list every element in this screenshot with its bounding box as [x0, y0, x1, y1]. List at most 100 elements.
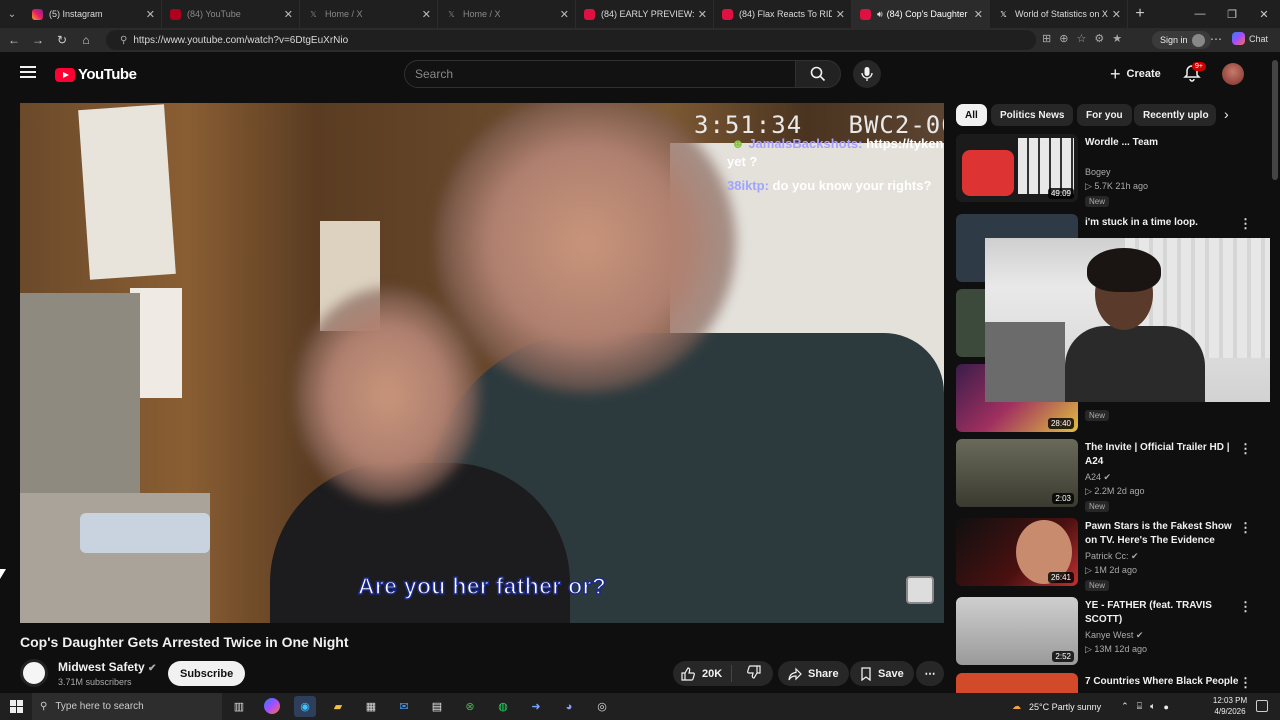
- close-window-icon[interactable]: ✕: [1248, 0, 1280, 28]
- streamer-webcam-overlay: [985, 238, 1280, 402]
- spotify-icon[interactable]: ◍: [492, 696, 514, 717]
- app-install-icon[interactable]: ⊞: [1042, 32, 1051, 45]
- more-vertical-icon[interactable]: ⋮: [1239, 675, 1252, 691]
- address-bar[interactable]: ⚲ https://www.youtube.com/watch?v=6DtgEu…: [106, 30, 1036, 50]
- favorites-bar-icon[interactable]: ★: [1112, 32, 1122, 45]
- scrollbar-thumb[interactable]: [1272, 60, 1278, 180]
- search-button[interactable]: [795, 60, 841, 88]
- minimize-icon[interactable]: —: [1184, 0, 1216, 28]
- chip-recently-uploaded[interactable]: Recently uplo: [1134, 104, 1216, 126]
- site-info-icon[interactable]: ⚲: [120, 35, 127, 46]
- recommendation-item[interactable]: 49:09 Wordle ... Team Bogey ▷ 5.7K 21h a…: [956, 134, 1268, 207]
- restore-icon[interactable]: ❐: [1216, 0, 1248, 28]
- video-meta: ▷ 13M 12d ago: [1085, 644, 1147, 654]
- xbox-icon[interactable]: ⊗: [459, 696, 481, 717]
- close-tab-icon[interactable]: ✕: [1112, 8, 1121, 21]
- save-button[interactable]: Save: [850, 661, 914, 686]
- browser-tab[interactable]: 𝕏 Home / X ✕: [300, 0, 438, 28]
- browser-sign-in-button[interactable]: Sign in: [1152, 31, 1211, 49]
- more-vertical-icon[interactable]: ⋮: [1239, 216, 1252, 232]
- channel-name[interactable]: Patrick Cc: ✔: [1085, 551, 1139, 562]
- create-button[interactable]: + Create: [1100, 60, 1171, 88]
- verified-icon: ✔: [1131, 551, 1139, 561]
- discord-icon[interactable]: ◕: [558, 696, 580, 717]
- reload-icon[interactable]: ↻: [50, 28, 74, 52]
- like-button[interactable]: 20K: [673, 665, 733, 682]
- chip-all[interactable]: All: [956, 104, 987, 126]
- chevron-right-icon[interactable]: ›: [1224, 106, 1229, 122]
- menu-icon[interactable]: [20, 66, 36, 78]
- browser-tab[interactable]: (84) Flax Reacts To RIDICULO ✕: [714, 0, 852, 28]
- dislike-button[interactable]: [738, 665, 770, 682]
- chip-politics-news[interactable]: Politics News: [991, 104, 1074, 126]
- close-tab-icon[interactable]: ✕: [146, 8, 155, 21]
- browser-tab[interactable]: 𝕏 World of Statistics on X: "Mo ✕: [990, 0, 1128, 28]
- copilot-chat-button[interactable]: Chat: [1232, 32, 1268, 45]
- recommendation-item[interactable]: 26:41 Pawn Stars is the Fakest Show on T…: [956, 518, 1268, 591]
- network-icon[interactable]: ⌸: [1137, 701, 1142, 712]
- notification-center-icon[interactable]: [1256, 700, 1268, 712]
- app-icon[interactable]: ➜: [525, 696, 547, 717]
- browser-tab[interactable]: (5) Instagram ✕: [24, 0, 162, 28]
- tab-search-icon[interactable]: ⌄: [0, 0, 24, 28]
- start-button[interactable]: [0, 700, 32, 713]
- recommendation-item[interactable]: 2:03 The Invite | Official Trailer HD | …: [956, 439, 1268, 512]
- edge-browser-icon[interactable]: ◉: [294, 696, 316, 717]
- youtube-logo[interactable]: YouTube: [55, 66, 137, 83]
- browser-tab[interactable]: (84) EARLY PREVIEW: The M ✕: [576, 0, 714, 28]
- more-vertical-icon[interactable]: ⋮: [1239, 441, 1252, 457]
- new-tab-button[interactable]: +: [1128, 5, 1152, 23]
- close-tab-icon[interactable]: ✕: [422, 8, 431, 21]
- recommendation-item[interactable]: 2:52 YE - FATHER (feat. TRAVIS SCOTT) Ka…: [956, 597, 1268, 667]
- more-actions-button[interactable]: ⋯: [916, 661, 944, 686]
- video-player[interactable]: 3:51:34 BWC2-0628 ☻ JamalsBackshots: htt…: [20, 103, 944, 623]
- forward-icon[interactable]: →: [26, 28, 50, 52]
- favorite-icon[interactable]: ☆: [1076, 32, 1086, 45]
- task-view-icon[interactable]: ▥: [228, 696, 250, 717]
- speaker-icon[interactable]: 🔊︎: [877, 9, 883, 20]
- browser-tab[interactable]: 𝕏 Home / X ✕: [438, 0, 576, 28]
- more-vertical-icon[interactable]: ⋮: [1239, 520, 1252, 536]
- obs-icon[interactable]: ◎: [591, 696, 613, 717]
- subscribe-button[interactable]: Subscribe: [168, 661, 246, 686]
- close-tab-icon[interactable]: ✕: [974, 8, 983, 21]
- voice-search-button[interactable]: [853, 60, 881, 88]
- search-input[interactable]: Search: [404, 60, 796, 88]
- copilot-icon[interactable]: [264, 698, 280, 714]
- browser-tab-active[interactable]: 🔊︎ (84) Cop's Daughter Ge ✕: [852, 0, 990, 28]
- taskbar-clock[interactable]: 12:03 PM 4/9/2026: [1206, 695, 1254, 717]
- close-tab-icon[interactable]: ✕: [698, 8, 707, 21]
- weather-icon[interactable]: ☁: [1012, 701, 1021, 712]
- more-vertical-icon[interactable]: ⋮: [1239, 599, 1252, 615]
- file-explorer-icon[interactable]: ▰: [327, 696, 349, 717]
- close-tab-icon[interactable]: ✕: [836, 8, 845, 21]
- channel-name[interactable]: A24 ✔: [1085, 472, 1111, 483]
- more-menu-icon[interactable]: ⋯: [1210, 32, 1222, 46]
- share-button[interactable]: Share: [778, 661, 849, 686]
- account-avatar[interactable]: [1222, 63, 1244, 85]
- channel-name[interactable]: Midwest Safety ✔: [58, 660, 156, 674]
- recommendation-item[interactable]: 7 Countries Where Black People ⋮: [956, 673, 1268, 693]
- extensions-icon[interactable]: ⚙: [1094, 32, 1104, 45]
- microsoft-store-icon[interactable]: ▦: [360, 696, 382, 717]
- close-tab-icon[interactable]: ✕: [284, 8, 293, 21]
- search-placeholder: Search: [415, 67, 454, 81]
- zoom-icon[interactable]: ⊕: [1059, 32, 1068, 45]
- chip-for-you[interactable]: For you: [1077, 104, 1132, 126]
- browser-tab[interactable]: (84) YouTube ✕: [162, 0, 300, 28]
- home-icon[interactable]: ⌂: [74, 28, 98, 52]
- volume-icon[interactable]: 🔈︎: [1150, 701, 1155, 712]
- back-icon[interactable]: ←: [2, 28, 26, 52]
- weather-text[interactable]: 25°C Partly sunny: [1029, 702, 1101, 712]
- notepad-icon[interactable]: ▤: [426, 696, 448, 717]
- page-scrollbar[interactable]: [1270, 52, 1280, 693]
- channel-name[interactable]: Kanye West ✔: [1085, 630, 1143, 641]
- taskbar-search-input[interactable]: ⚲ Type here to search: [32, 693, 222, 720]
- mail-icon[interactable]: ✉: [393, 696, 415, 717]
- channel-watermark[interactable]: [906, 576, 934, 604]
- channel-avatar[interactable]: [20, 659, 48, 687]
- chevron-up-icon[interactable]: ⌃: [1121, 701, 1129, 712]
- channel-name[interactable]: Bogey: [1085, 167, 1111, 177]
- microphone-icon[interactable]: ●: [1164, 702, 1169, 712]
- close-tab-icon[interactable]: ✕: [560, 8, 569, 21]
